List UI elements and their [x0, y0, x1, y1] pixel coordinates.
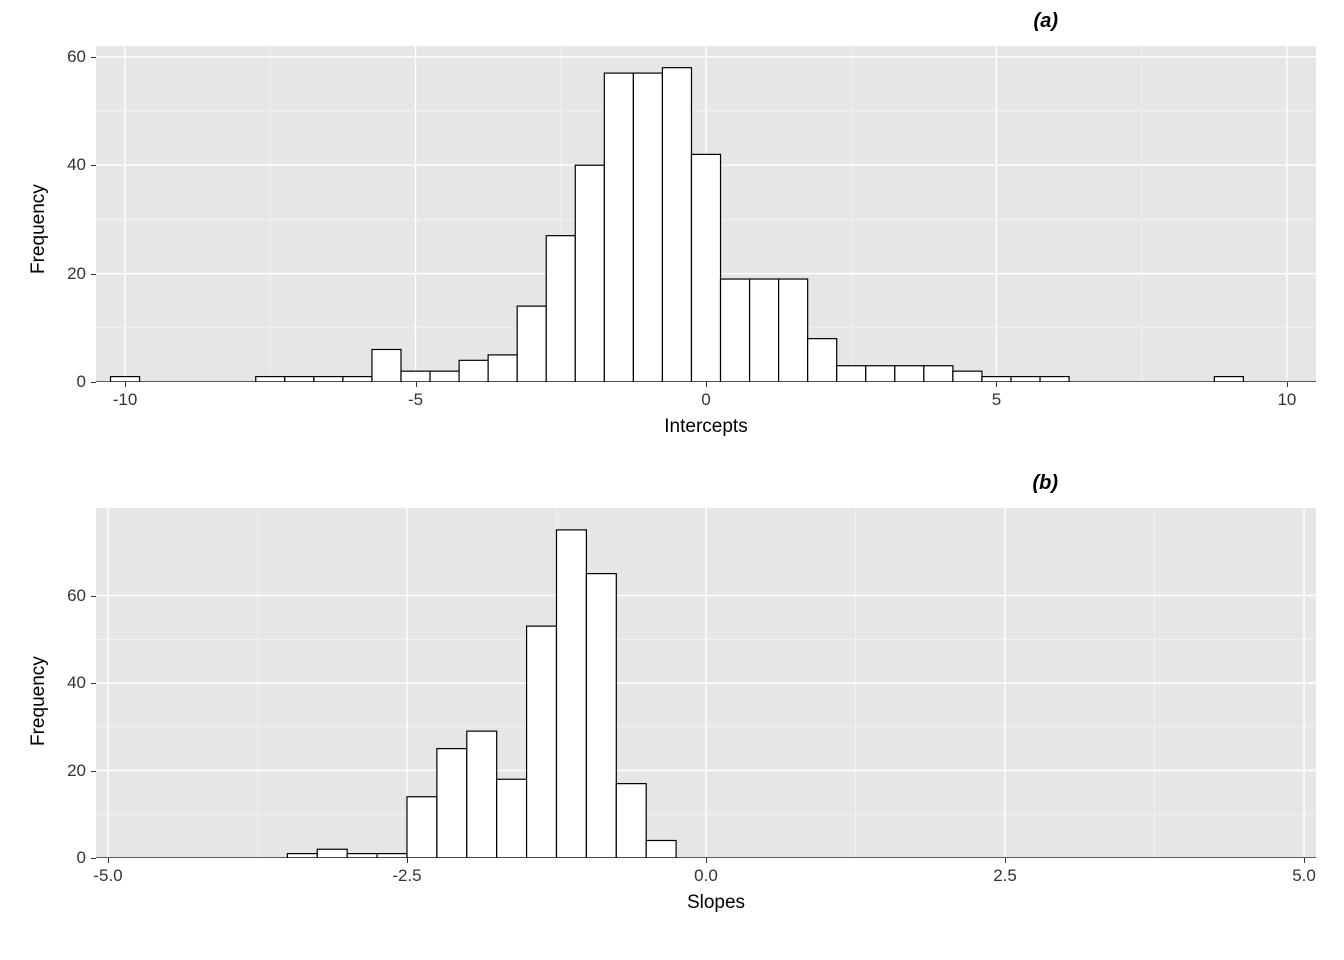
histogram-bar: [616, 784, 646, 858]
x-tick-mark: [706, 858, 707, 863]
histogram-bar: [691, 154, 720, 382]
histogram-bar: [343, 377, 372, 382]
histogram-bar: [808, 339, 837, 382]
y-tick-label: 40: [46, 155, 86, 175]
x-tick-label: -5.0: [78, 866, 138, 886]
x-axis-label-b: Slopes: [616, 892, 816, 914]
histogram-bar: [586, 574, 616, 858]
x-tick-label: -2.5: [377, 866, 437, 886]
histogram-bar: [437, 749, 467, 858]
chart-title-a: (a): [1034, 10, 1058, 33]
x-tick-mark: [416, 382, 417, 387]
y-tick-label: 20: [46, 761, 86, 781]
y-axis-label-a: Frequency: [28, 184, 50, 274]
histogram-bar: [377, 854, 407, 858]
histogram-bar: [662, 68, 691, 382]
histogram-bar: [866, 366, 895, 382]
x-tick-mark: [1304, 858, 1305, 863]
x-tick-label: -10: [95, 390, 155, 410]
histogram-bar: [488, 355, 517, 382]
histogram-bar: [575, 165, 604, 382]
histogram-bar: [347, 854, 377, 858]
y-tick-mark: [91, 274, 96, 275]
x-tick-mark: [108, 858, 109, 863]
x-tick-label: 0: [676, 390, 736, 410]
histogram-bar: [750, 279, 779, 382]
histogram-bar: [646, 841, 676, 859]
histogram-bar: [317, 849, 347, 858]
histogram-bar: [546, 236, 575, 382]
histogram-bar: [556, 530, 586, 858]
histogram-bar: [517, 306, 546, 382]
histogram-bar: [256, 377, 285, 382]
y-axis-label-b: Frequency: [28, 656, 50, 746]
histogram-bar: [401, 371, 430, 382]
x-axis-label-a: Intercepts: [606, 416, 806, 438]
histogram-bar: [287, 854, 317, 858]
histogram-bar: [924, 366, 953, 382]
y-tick-label: 60: [46, 586, 86, 606]
x-tick-label: 2.5: [975, 866, 1035, 886]
chart-panel-intercepts: (a) Frequency Intercepts 0 20 40 60 -10 -5 0 5 1…: [6, 6, 1338, 468]
x-tick-mark: [1005, 858, 1006, 863]
histogram-bar: [467, 731, 497, 858]
histogram-bar: [837, 366, 866, 382]
y-tick-mark: [91, 683, 96, 684]
x-tick-label: 0.0: [676, 866, 736, 886]
histogram-bar: [1040, 377, 1069, 382]
histogram-bar: [604, 73, 633, 382]
chart-title-b: (b): [1032, 472, 1058, 495]
y-tick-mark: [91, 858, 96, 859]
histogram-bar: [372, 349, 401, 382]
x-tick-label: 5.0: [1274, 866, 1334, 886]
y-tick-label: 0: [46, 372, 86, 392]
histogram-bar: [497, 779, 527, 858]
y-tick-label: 40: [46, 673, 86, 693]
histogram-bar: [953, 371, 982, 382]
x-tick-mark: [125, 382, 126, 387]
histogram-bar: [407, 797, 437, 858]
y-tick-label: 60: [46, 47, 86, 67]
histogram-bar: [314, 377, 343, 382]
x-tick-mark: [407, 858, 408, 863]
x-tick-mark: [1287, 382, 1288, 387]
y-tick-mark: [91, 57, 96, 58]
y-tick-mark: [91, 165, 96, 166]
chart-plot-area-b: [96, 508, 1316, 858]
x-tick-mark: [996, 382, 997, 387]
chart-plot-area-a: [96, 46, 1316, 382]
chart-panel-slopes: (b) Frequency Slopes 0 20 40 60 -5.0 -2.5 0.0 2…: [6, 468, 1338, 948]
x-tick-mark: [706, 382, 707, 387]
histogram-bar: [459, 360, 488, 382]
x-tick-label: 10: [1257, 390, 1317, 410]
histogram-bar: [721, 279, 750, 382]
histogram-bar: [430, 371, 459, 382]
y-tick-label: 20: [46, 264, 86, 284]
histogram-bar: [895, 366, 924, 382]
histogram-bar: [779, 279, 808, 382]
y-tick-mark: [91, 771, 96, 772]
histogram-bar: [1011, 377, 1040, 382]
y-tick-mark: [91, 596, 96, 597]
histogram-bar: [527, 626, 557, 858]
y-tick-mark: [91, 382, 96, 383]
histogram-bar: [633, 73, 662, 382]
x-tick-label: 5: [966, 390, 1026, 410]
y-tick-label: 0: [46, 848, 86, 868]
histogram-bar: [1214, 377, 1243, 382]
histogram-bar: [285, 377, 314, 382]
x-tick-label: -5: [386, 390, 446, 410]
